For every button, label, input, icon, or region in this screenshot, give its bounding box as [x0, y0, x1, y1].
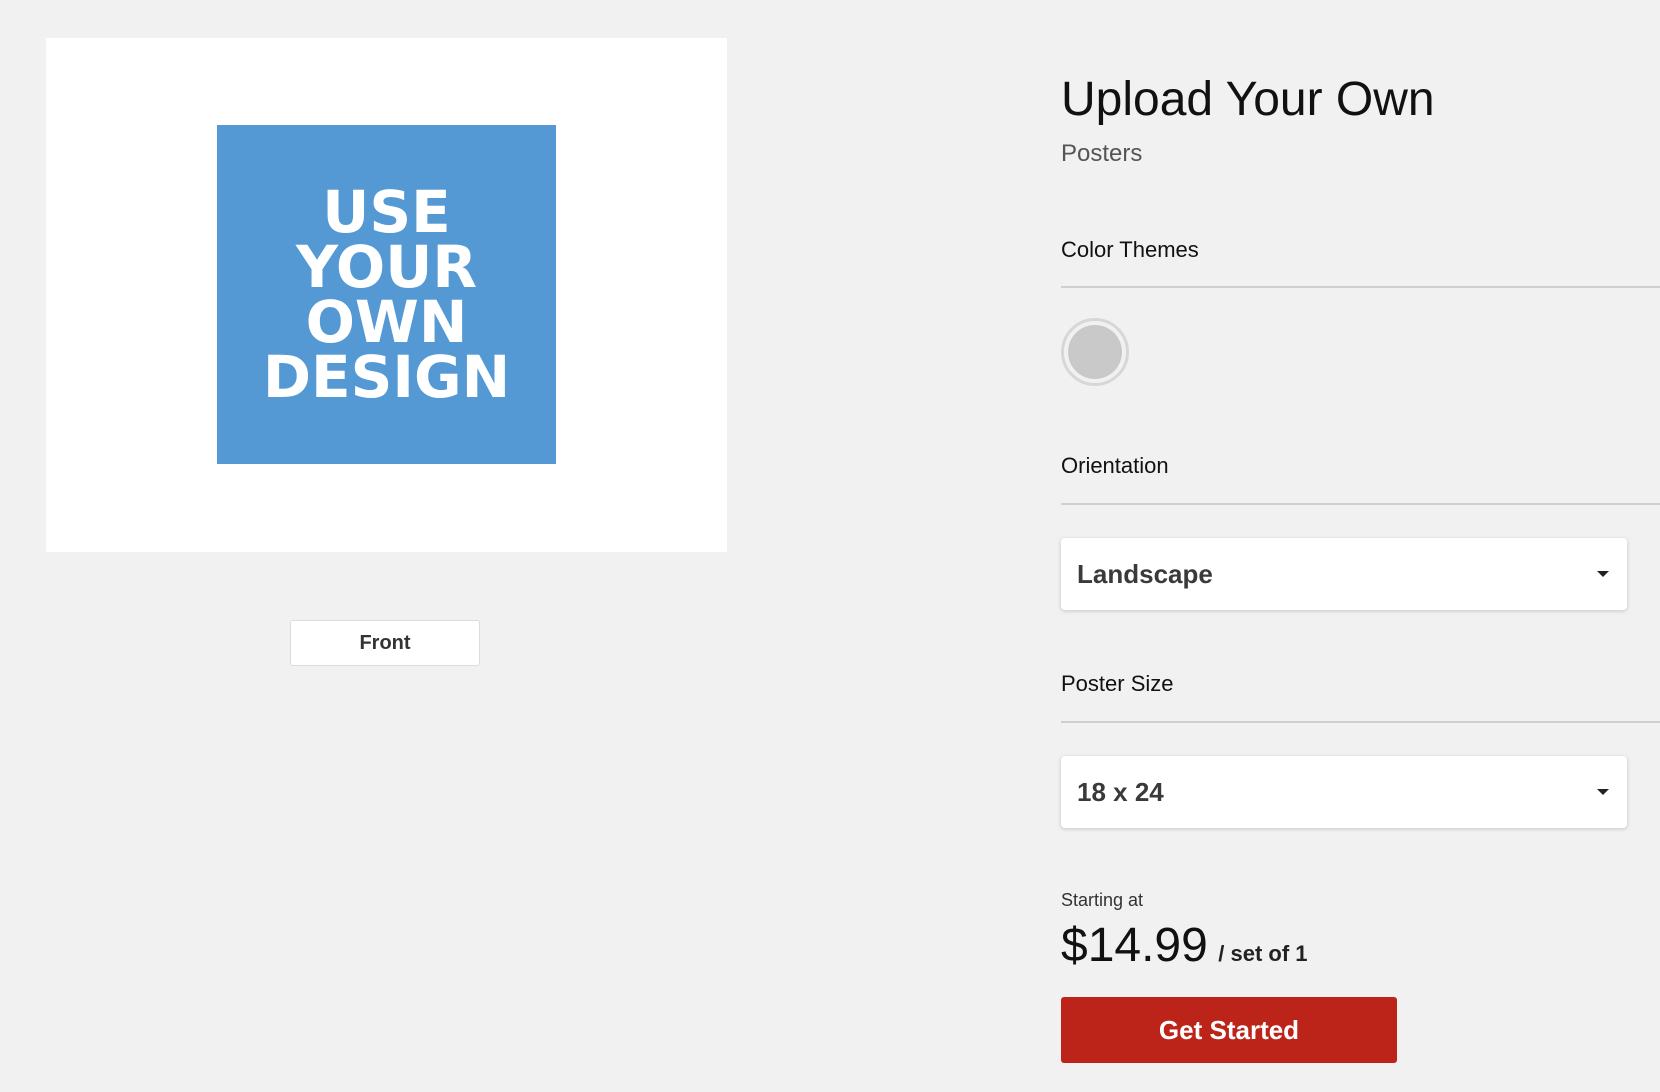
- design-text-line: OWN: [305, 287, 468, 356]
- design-text-line: YOUR: [296, 232, 477, 301]
- orientation-select[interactable]: Landscape: [1061, 538, 1627, 610]
- caret-down-icon: [1597, 789, 1609, 795]
- color-swatch-gray[interactable]: [1061, 318, 1129, 386]
- poster-size-select[interactable]: 18 x 24: [1061, 756, 1627, 828]
- product-category: Posters: [1061, 140, 1143, 167]
- orientation-select-value: Landscape: [1077, 558, 1213, 589]
- front-view-tab[interactable]: Front: [290, 620, 480, 666]
- design-text-line: USE: [322, 177, 451, 246]
- swatch-fill: [1068, 325, 1122, 379]
- design-placeholder-image: USE YOUR OWN DESIGN: [217, 125, 556, 464]
- orientation-label: Orientation: [1061, 453, 1169, 478]
- product-title: Upload Your Own: [1061, 73, 1435, 126]
- design-preview: USE YOUR OWN DESIGN: [46, 38, 727, 552]
- get-started-button[interactable]: Get Started: [1061, 997, 1397, 1063]
- product-details: Upload Your Own Posters Color Themes Ori…: [1061, 0, 1660, 1092]
- section-divider: [1061, 286, 1660, 288]
- design-text-line: DESIGN: [262, 342, 511, 411]
- color-themes-label: Color Themes: [1061, 237, 1199, 262]
- caret-down-icon: [1597, 571, 1609, 577]
- section-divider: [1061, 721, 1660, 723]
- price-amount: $14.99: [1061, 919, 1208, 972]
- price-row: $14.99 / set of 1: [1061, 918, 1308, 973]
- section-divider: [1061, 503, 1660, 505]
- poster-size-label: Poster Size: [1061, 671, 1174, 696]
- price-caption: Starting at: [1061, 890, 1144, 910]
- poster-size-select-value: 18 x 24: [1077, 776, 1164, 807]
- price-unit: / set of 1: [1218, 941, 1308, 966]
